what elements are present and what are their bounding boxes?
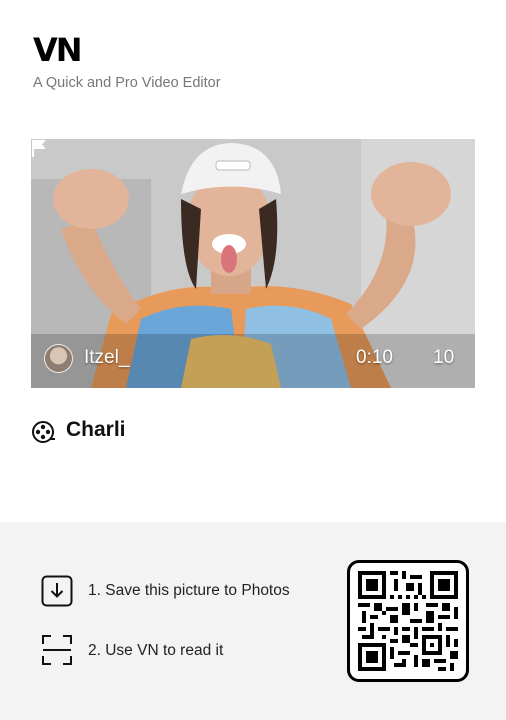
logo: VN: [33, 31, 83, 69]
qr-code: [347, 560, 469, 682]
clip-count: 10: [433, 347, 455, 368]
download-box-icon: [41, 575, 73, 607]
duration-label: 0:10: [356, 347, 393, 368]
template-name: Charli: [66, 418, 126, 441]
preview-image: Itzel_ 0:10 10: [31, 139, 475, 388]
step-1-text: 1. Save this picture to Photos: [88, 582, 290, 599]
author-avatar: [44, 344, 73, 373]
step-2-text: 2. Use VN to read it: [88, 642, 224, 659]
author-name: Itzel_: [84, 347, 130, 368]
tagline: A Quick and Pro Video Editor: [33, 75, 221, 91]
qr-code-icon: [358, 571, 458, 671]
film-reel-icon: [32, 421, 55, 443]
flag-icon: [32, 140, 46, 157]
scan-frame-icon: [42, 635, 72, 665]
